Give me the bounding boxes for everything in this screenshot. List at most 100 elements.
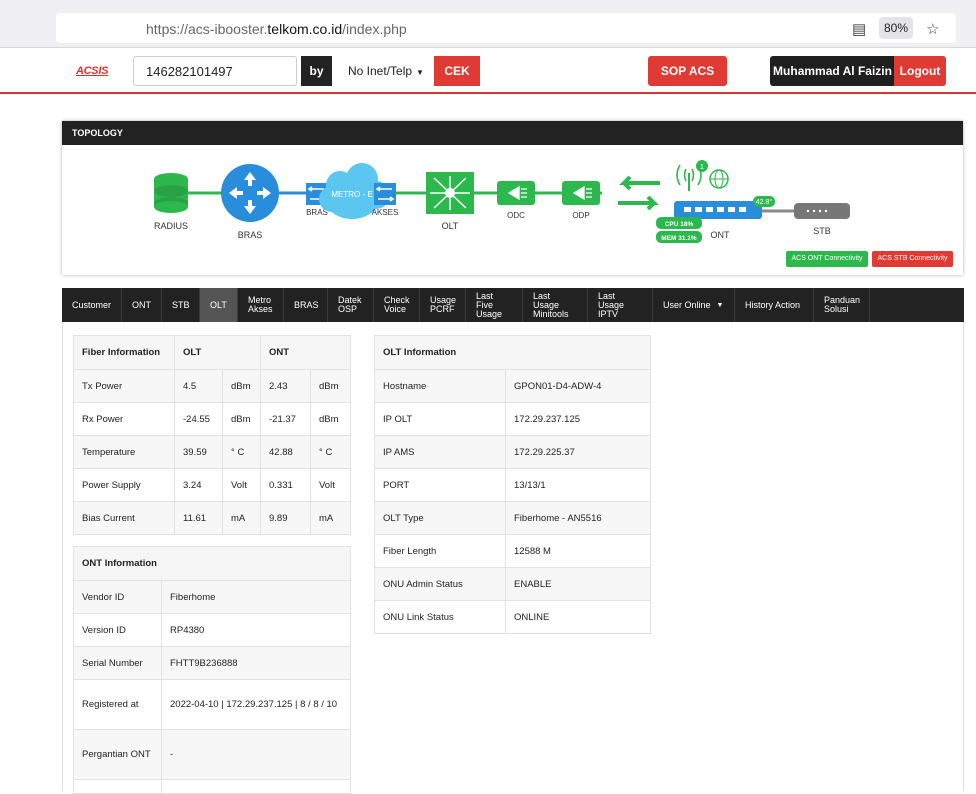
node-label: ONT [711,230,731,240]
table-row: Registered at 2022-04-10 | 172.29.237.12… [73,679,351,730]
logout-button[interactable]: Logout [894,56,946,86]
cell-value: 39.59 [174,435,223,469]
app-logo[interactable]: ACSIS [76,65,108,77]
detail-tabs: Customer ONT STB OLT Metro Akses BRAS Dat… [62,288,964,322]
topology-card: TOPOLOGY RADIUS BRAS BRAS METRO - E AKSE… [62,121,963,275]
sop-acs-button[interactable]: SOP ACS [648,56,727,86]
tab-last-five-usage[interactable]: Last Five Usage [466,288,523,322]
row-label: Pergantian ONT [73,729,162,780]
cek-button[interactable]: CEK [434,56,480,86]
table-row: ONU Admin Status ENABLE [374,567,651,601]
cell-value: 11.61 [174,501,223,535]
user-name-button[interactable]: Muhammad Al Faizin [770,56,895,86]
column-header: OLT [174,335,261,370]
cell-unit: mA [310,501,351,535]
cell-value: ONLINE [505,600,651,634]
tab-usage-pcrf[interactable]: Usage PCRF [420,288,466,322]
table-row: OLT Type Fiberhome - AN5516 [374,501,651,535]
tab-user-online[interactable]: User Online ▼ [653,288,735,322]
row-label: Temperature [73,435,175,469]
table-title: OLT Information [374,335,651,370]
cell-unit: Volt [310,468,351,502]
table-row: Tx Power 4.5 dBm 2.43 dBm [73,369,351,403]
table-row: Version ID RP4380 [73,613,351,647]
cell-value: FHTT9B236888 [161,646,351,680]
cell-value: 4.5 [174,369,223,403]
node-label: RADIUS [154,221,188,231]
reader-view-icon[interactable]: ▤ [852,20,866,38]
cell-value: Fiberhome - AN5516 [505,501,651,535]
cell-unit: dBm [310,402,351,436]
app-header: ACSIS by No Inet/Telp▼ CEK SOP ACS Muham… [0,48,976,94]
tab-last-usage-minitools[interactable]: Last Usage Minitools [523,288,588,322]
tab-olt[interactable]: OLT [200,288,238,322]
table-row: Vendor ID Fiberhome [73,580,351,614]
row-label: Vendor ID [73,580,162,614]
acs-stb-connectivity-button[interactable]: ACS STB Connectivity [872,251,953,267]
row-label: Power Supply [73,468,175,502]
cell-value: 42.88 [260,435,311,469]
cell-value: -21.37 [260,402,311,436]
table-row: IP OLT 172.29.237.125 [374,402,651,436]
search-type-select[interactable]: No Inet/Telp ▼ [340,56,432,86]
row-label: OLT Type [374,501,506,535]
acs-ont-connectivity-button[interactable]: ACS ONT Connectivity [786,251,868,267]
cell-value: 13/13/1 [505,468,651,502]
table-row: Hostname GPON01-D4-ADW-4 [374,369,651,403]
row-label: Version ID [73,613,162,647]
column-header: Fiber Information [73,335,175,370]
tab-customer[interactable]: Customer [62,288,122,322]
tab-bras[interactable]: BRAS [284,288,328,322]
tab-ont[interactable]: ONT [122,288,162,322]
row-label: PORT [374,468,506,502]
row-label: Hostname [374,369,506,403]
cell-unit: mA [222,501,261,535]
cell-value: 172.29.225.37 [505,435,651,469]
tab-panduan-solusi[interactable]: Panduan Solusi [814,288,870,322]
table-row: ONU Link Status ONLINE [374,600,651,634]
tab-datek-osp[interactable]: Datek OSP [328,288,374,322]
node-label: OLT [442,221,459,231]
fiber-information-table: Fiber Information OLT ONT Tx Power 4.5 d… [73,335,351,535]
node-label: ODC [507,211,525,220]
table-row: PORT 13/13/1 [374,468,651,502]
table-row: Fiber Length 12588 M [374,534,651,568]
sync-arrows-icon [618,175,660,211]
cell-value: GPON01-D4-ADW-4 [505,369,651,403]
bookmark-star-icon[interactable]: ☆ [926,20,939,38]
cell-value: 2.43 [260,369,311,403]
stb-icon [794,203,850,219]
cell-value: 3.24 [174,468,223,502]
tab-check-voice[interactable]: Check Voice [374,288,420,322]
ont-cpu: CPU 18% [665,221,694,228]
node-label: AKSES [372,208,399,217]
cell-value: 12588 M [505,534,651,568]
table-row: Pergantian ONT - [73,729,351,780]
tab-stb[interactable]: STB [162,288,200,322]
cell-value: ENABLE [505,567,651,601]
zoom-level[interactable]: 80% [879,17,913,39]
cell-unit: ° C [310,435,351,469]
akses-switch-icon [374,183,396,205]
ont-temperature: 42.8° [756,198,773,206]
odc-icon [497,181,535,205]
row-label: Registered at [73,679,162,730]
url-text[interactable]: https://acs-ibooster.telkom.co.id/index.… [146,21,407,37]
column-header: ONT [260,335,351,370]
globe-icon [709,169,729,189]
row-label: Tx Power [73,369,175,403]
radius-icon [154,173,188,213]
cell-value: 9.89 [260,501,311,535]
tab-metro-akses[interactable]: Metro Akses [238,288,284,322]
cell-value: -24.55 [174,402,223,436]
cell-unit: dBm [222,369,261,403]
odp-icon [562,181,600,205]
tab-last-usage-iptv[interactable]: Last Usage IPTV [588,288,653,322]
row-label: IP OLT [374,402,506,436]
customer-number-input[interactable] [133,56,297,86]
chevron-down-icon: ▼ [716,301,724,309]
tab-history-action[interactable]: History Action [735,288,814,322]
cell-value: RP4380 [161,613,351,647]
table-row [73,779,351,794]
ont-device-icon [674,201,762,219]
